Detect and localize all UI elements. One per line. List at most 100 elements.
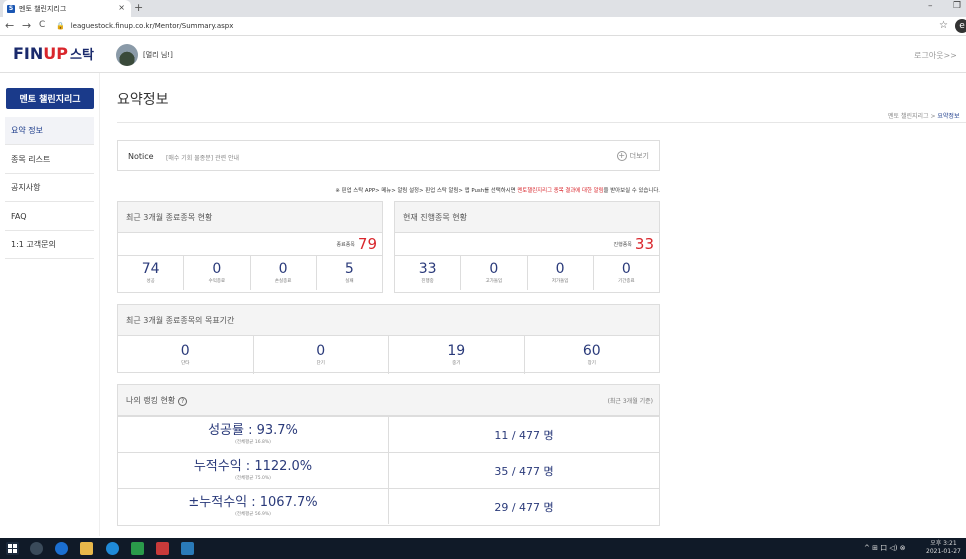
url-field[interactable]: 🔒 leaguestock.finup.co.kr/Mentor/Summary… xyxy=(56,19,926,33)
title-divider xyxy=(117,122,966,123)
total-value: 33 xyxy=(634,235,654,253)
back-arrow-icon[interactable]: ← xyxy=(5,19,14,32)
maximize-icon[interactable]: ❐ xyxy=(953,1,961,11)
reload-icon[interactable]: C xyxy=(39,20,45,30)
chrome-icon[interactable] xyxy=(30,542,43,555)
panel-title: 최근 3개월 종료종목의 목표기간 xyxy=(118,305,659,336)
rank-position-value: 11 / 477 명 xyxy=(494,428,554,442)
stat-number: 5 xyxy=(344,261,354,277)
app-red-icon[interactable] xyxy=(156,542,169,555)
stat-number: 0 xyxy=(278,261,288,277)
ranking-row-pm-cumulative: ±누적수익 : 1067.7% (전체평균 56.9%) 29 / 477 명 xyxy=(118,488,659,524)
stat-row: 33 진행중 0 고가돌입 0 저가돌입 0 기간종료 xyxy=(395,256,659,290)
browser-tab-bar: S 멘토 챌린지리그 × + – ❐ xyxy=(0,0,966,17)
info-prefix: ※ 핀업 스탁 APP> 메뉴> 알림 설정> 핀업 스탁 알림> 앱 Push… xyxy=(335,188,518,194)
logout-link[interactable]: 로그아웃>> xyxy=(914,50,957,61)
ranking-note: (최근 3개월 기준) xyxy=(607,397,653,405)
notice-label: Notice xyxy=(128,152,154,161)
finup-logo[interactable]: FINUP 스탁 xyxy=(13,44,94,63)
stat-mid-term: 19 중기 xyxy=(389,336,525,374)
app-blue-icon[interactable] xyxy=(181,542,194,555)
rank-metric: ±누적수익 : 1067.7% (전체평균 56.9%) xyxy=(118,489,389,524)
rank-metric-avg: (전체평균 56.9%) xyxy=(235,512,271,517)
profile-avatar-icon[interactable]: e xyxy=(955,19,966,33)
sidebar-item-inquiry[interactable]: 1:1 고객문의 xyxy=(5,231,94,259)
rank-position: 35 / 477 명 xyxy=(389,453,659,488)
stat-label: 수익종료 xyxy=(208,279,226,284)
sidebar-item-label: 1:1 고객문의 xyxy=(11,240,56,249)
stat-number: 74 xyxy=(141,261,160,277)
logo-up: UP xyxy=(43,44,68,63)
sidebar-item-notices[interactable]: 공지사항 xyxy=(5,174,94,202)
new-tab-button[interactable]: + xyxy=(134,1,143,14)
windows-taskbar: ^ ⊞ 口 ◁) ⊗ 오후 3:21 2021-01-27 xyxy=(0,538,966,559)
sidebar: 멘토 챌린지리그 요약 정보 종목 리스트 공지사항 FAQ 1:1 고객문의 xyxy=(0,73,100,536)
forward-arrow-icon[interactable]: → xyxy=(22,19,31,32)
stat-label: 중기 xyxy=(452,361,461,366)
windows-start-icon[interactable] xyxy=(6,542,19,555)
stat-label: 손실종료 xyxy=(274,279,292,284)
notice-more-button[interactable]: + 더보기 xyxy=(616,151,649,161)
rank-position-value: 29 / 477 명 xyxy=(494,500,554,514)
bookmark-star-icon[interactable]: ☆ xyxy=(939,20,948,31)
stat-daytrade: 0 단타 xyxy=(118,336,254,374)
total-label: 종료종목 xyxy=(336,241,355,248)
ie-icon[interactable] xyxy=(55,542,68,555)
sidebar-item-summary[interactable]: 요약 정보 xyxy=(5,117,94,145)
stat-number: 0 xyxy=(489,261,499,277)
sidebar-item-faq[interactable]: FAQ xyxy=(5,203,94,231)
help-icon[interactable]: ? xyxy=(178,396,188,406)
edge-icon[interactable] xyxy=(106,542,119,555)
stat-label: 성공 xyxy=(146,279,155,284)
stat-fail: 5 실패 xyxy=(317,256,382,290)
notice-box: Notice [매수 기회 물종분] 관련 안내 + 더보기 xyxy=(117,140,660,171)
plus-circle-icon: + xyxy=(616,151,627,161)
stat-number: 60 xyxy=(582,343,601,359)
minimize-icon[interactable]: – xyxy=(928,1,933,11)
shield-icon[interactable] xyxy=(131,542,144,555)
ranking-title-wrap: 나의 랭킹 현황? xyxy=(126,395,188,406)
notice-text[interactable]: [매수 기회 물종분] 관련 안내 xyxy=(166,153,239,162)
stat-row: 0 단타 0 단기 19 중기 60 장기 xyxy=(118,336,659,374)
sidebar-title-button[interactable]: 멘토 챌린지리그 xyxy=(6,88,94,109)
tab-title: 멘토 챌린지리그 xyxy=(19,4,67,13)
folder-icon[interactable] xyxy=(80,542,93,555)
system-tray[interactable]: ^ ⊞ 口 ◁) ⊗ xyxy=(864,543,906,553)
ranking-row-success: 성공률 : 93.7% (전체평균 16.8%) 11 / 477 명 xyxy=(118,416,659,452)
stat-high-entry: 0 고가돌입 xyxy=(461,256,528,290)
panel-title: 최근 3개월 종료종목 현황 xyxy=(118,202,382,233)
logo-kor: 스탁 xyxy=(70,48,94,63)
logo-fin: FIN xyxy=(13,44,44,63)
sidebar-item-label: 종목 리스트 xyxy=(11,155,51,164)
stat-loss-close: 0 손실종료 xyxy=(251,256,317,290)
address-bar: ← → C 🔒 leaguestock.finup.co.kr/Mentor/S… xyxy=(0,17,966,36)
total-label: 진행종목 xyxy=(613,241,632,248)
ranking-title: 나의 랭킹 현황 xyxy=(126,395,176,405)
stat-label: 장기 xyxy=(587,361,596,366)
stat-success: 74 성공 xyxy=(118,256,185,290)
site-favicon-icon: S xyxy=(7,4,15,13)
browser-tab[interactable]: S 멘토 챌린지리그 × xyxy=(3,0,131,17)
stat-long-term: 60 장기 xyxy=(525,336,660,374)
panel-title: 현재 진행종목 현황 xyxy=(395,202,659,233)
stat-number: 0 xyxy=(212,261,222,277)
stat-number: 0 xyxy=(316,343,326,359)
start-tile-icon xyxy=(13,549,17,553)
breadcrumb-parent[interactable]: 멘토 챌린지리그 > xyxy=(888,113,937,120)
url-text: leaguestock.finup.co.kr/Mentor/Summary.a… xyxy=(70,22,234,30)
stat-in-progress: 33 진행중 xyxy=(395,256,462,290)
page-title: 요약정보 xyxy=(117,92,169,108)
stat-row: 74 성공 0 수익종료 0 손실종료 5 실패 xyxy=(118,256,382,290)
clock-time: 오후 3:21 xyxy=(930,540,957,547)
tab-close-icon[interactable]: × xyxy=(118,3,125,12)
total-row: 진행종목 33 xyxy=(395,233,659,256)
start-tile-icon xyxy=(8,549,12,553)
stat-label: 진행중 xyxy=(421,279,434,284)
taskbar-clock[interactable]: 오후 3:21 2021-01-27 xyxy=(926,540,961,556)
stat-label: 단기 xyxy=(316,361,325,366)
clock-date: 2021-01-27 xyxy=(926,548,961,555)
target-period-panel: 최근 3개월 종료종목의 목표기간 0 단타 0 단기 19 중기 60 장기 xyxy=(117,304,660,374)
stat-short-term: 0 단기 xyxy=(254,336,389,374)
rank-metric: 성공률 : 93.7% (전체평균 16.8%) xyxy=(118,417,389,452)
sidebar-item-stock-list[interactable]: 종목 리스트 xyxy=(5,146,94,174)
